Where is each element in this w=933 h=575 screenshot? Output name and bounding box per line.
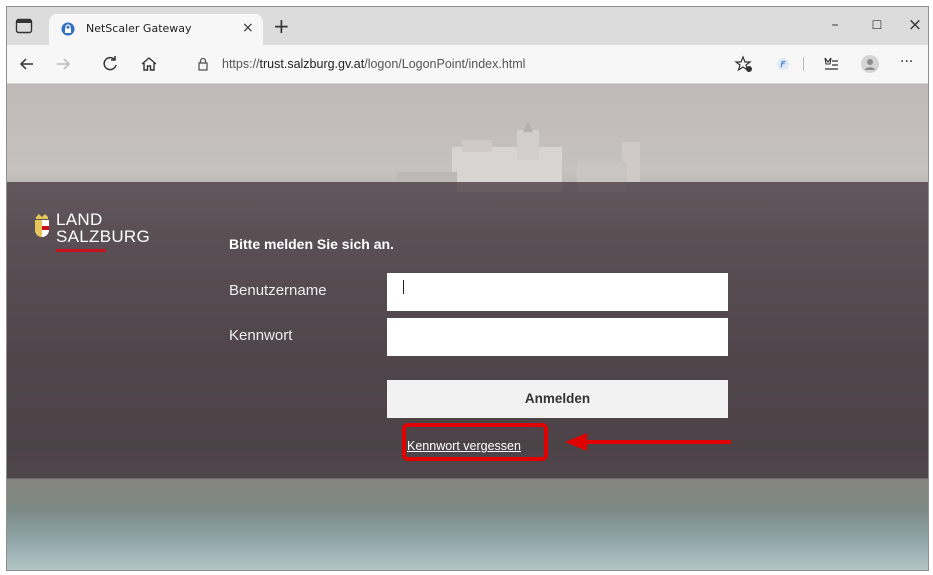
minimize-button[interactable]: – xyxy=(823,15,847,35)
tab-close-icon[interactable]: × xyxy=(242,21,254,35)
profile-avatar-icon[interactable] xyxy=(860,54,880,74)
extension-icon[interactable]: F xyxy=(773,54,793,74)
home-icon[interactable] xyxy=(139,54,159,74)
password-input[interactable] xyxy=(387,318,728,356)
refresh-icon[interactable] xyxy=(100,54,120,74)
river-background-image xyxy=(7,479,928,570)
annotation-highlight-box xyxy=(402,423,548,461)
password-label: Kennwort xyxy=(229,327,293,344)
address-bar[interactable]: https://trust.salzburg.gv.at/logon/Logon… xyxy=(222,57,525,71)
logo-line-2: SALZBURG xyxy=(56,227,151,246)
text-caret xyxy=(403,280,404,294)
lock-icon[interactable] xyxy=(193,54,213,74)
new-tab-button[interactable]: + xyxy=(273,16,290,36)
svg-text:F: F xyxy=(780,61,786,71)
navigation-bar: https://trust.salzburg.gv.at/logon/Logon… xyxy=(7,45,928,84)
coat-of-arms-icon xyxy=(35,214,49,237)
forward-arrow-icon[interactable] xyxy=(53,54,73,74)
favorites-star-icon[interactable] xyxy=(734,54,754,74)
tab-title: NetScaler Gateway xyxy=(86,22,192,35)
annotation-arrow-icon xyxy=(565,433,731,451)
collections-icon[interactable] xyxy=(821,54,841,74)
tab-bar: NetScaler Gateway × + – ☐ × xyxy=(7,7,928,45)
url-path: /logon/LogonPoint/index.html xyxy=(364,57,526,71)
tab-netscaler[interactable]: NetScaler Gateway × xyxy=(49,14,263,45)
url-scheme: https:// xyxy=(222,57,260,71)
more-menu-icon[interactable]: ··· xyxy=(900,53,913,71)
back-arrow-icon[interactable] xyxy=(17,54,37,74)
close-window-button[interactable]: × xyxy=(903,15,927,35)
maximize-button[interactable]: ☐ xyxy=(865,15,889,35)
browser-window: NetScaler Gateway × + – ☐ × https://trus… xyxy=(6,6,929,571)
tab-actions-icon[interactable] xyxy=(15,18,33,34)
logo-underline xyxy=(56,249,106,252)
username-label: Benutzername xyxy=(229,282,327,299)
login-heading: Bitte melden Sie sich an. xyxy=(229,236,394,252)
page-viewport: LAND SALZBURG Bitte melden Sie sich an. … xyxy=(7,84,928,570)
toolbar-divider xyxy=(803,57,804,71)
username-input[interactable] xyxy=(387,273,728,311)
lock-favicon-icon xyxy=(61,22,75,36)
url-host: trust.salzburg.gv.at xyxy=(259,57,365,71)
login-button[interactable]: Anmelden xyxy=(387,380,728,418)
logo-line-1: LAND xyxy=(56,210,103,229)
